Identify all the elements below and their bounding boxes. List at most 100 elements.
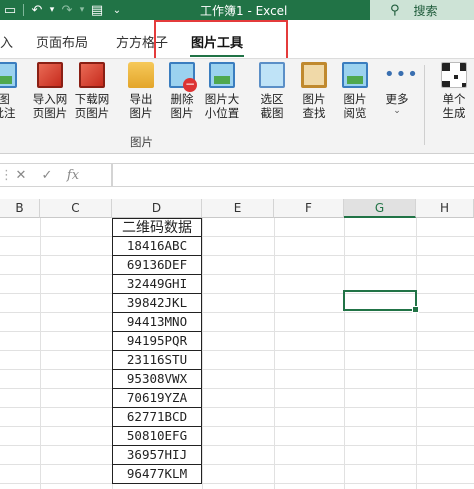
tab-insert[interactable]: 入 bbox=[0, 32, 13, 51]
formula-input[interactable] bbox=[112, 163, 474, 187]
file-icon[interactable]: ▤ bbox=[87, 0, 107, 20]
picture-icon bbox=[0, 62, 17, 88]
folder-icon bbox=[128, 62, 154, 88]
single-generate-button[interactable]: 单个 生成 bbox=[430, 62, 474, 132]
column-d-data-cell[interactable]: 94195PQR bbox=[112, 332, 202, 351]
row-gridline bbox=[0, 331, 474, 332]
resize-picture-icon bbox=[209, 62, 235, 88]
window-title: 工作簿1 - Excel bbox=[200, 4, 288, 18]
column-gridline bbox=[344, 218, 345, 489]
column-d-data-cell[interactable]: 62771BCD bbox=[112, 408, 202, 427]
column-d-data-cell[interactable]: 50810EFG bbox=[112, 427, 202, 446]
column-d-data-cell[interactable]: 69136DEF bbox=[112, 256, 202, 275]
row-gridline bbox=[0, 236, 474, 237]
screenshot-icon bbox=[259, 62, 285, 88]
row-gridline bbox=[0, 274, 474, 275]
column-gridline bbox=[40, 218, 41, 489]
delete-picture-icon bbox=[169, 62, 197, 92]
worksheet-grid[interactable]: B C D E F G H 二维码数据 18416ABC 69136DEF 32449… bbox=[0, 199, 474, 489]
button-label: 图片大 小位置 bbox=[204, 92, 240, 120]
picture-comment-button[interactable]: 图 批注 bbox=[0, 62, 28, 132]
title-bar: ▭ ↶ ▾ ↷ ▾ ▤ ⌄ 工作簿1 - Excel ⚲ 搜索 bbox=[0, 0, 474, 20]
button-label: 删除 图片 bbox=[170, 92, 194, 120]
column-d-data-cell[interactable]: 95308VWX bbox=[112, 370, 202, 389]
row-gridline bbox=[0, 255, 474, 256]
row-gridline bbox=[0, 483, 474, 484]
chevron-down-icon: ⌄ bbox=[393, 106, 401, 116]
button-label: 更多 bbox=[385, 92, 409, 106]
column-header-f[interactable]: F bbox=[274, 199, 344, 218]
picture-preview-button[interactable]: 图片 阅览 bbox=[331, 62, 379, 132]
ribbon: 图 批注 导入网 页图片 下载网 页图片 导出 图片 删除 图片 图片大 小位置… bbox=[0, 58, 474, 154]
download-web-pictures-button[interactable]: 下载网 页图片 bbox=[68, 62, 116, 132]
button-label: 选区 截图 bbox=[260, 92, 284, 120]
chevron-down-icon[interactable]: ▾ bbox=[77, 0, 87, 20]
row-gridline bbox=[0, 407, 474, 408]
row-gridline bbox=[0, 350, 474, 351]
column-header-g[interactable]: G bbox=[344, 199, 416, 218]
search-box[interactable]: ⚲ 搜索 bbox=[370, 0, 474, 20]
save-icon[interactable]: ▭ bbox=[0, 0, 20, 20]
button-label: 下载网 页图片 bbox=[74, 92, 110, 120]
ribbon-divider bbox=[424, 65, 425, 145]
column-header-h[interactable]: H bbox=[416, 199, 474, 218]
fx-icon[interactable]: fx bbox=[60, 168, 86, 183]
column-d-data-cell[interactable]: 32449GHI bbox=[112, 275, 202, 294]
column-d-data-cell[interactable]: 18416ABC bbox=[112, 237, 202, 256]
row-gridline bbox=[0, 369, 474, 370]
row-gridline bbox=[0, 426, 474, 427]
gallery-icon bbox=[342, 62, 368, 88]
row-gridline bbox=[0, 464, 474, 465]
dots-icon: ⋮ bbox=[0, 167, 13, 183]
qr-code-icon bbox=[441, 62, 467, 88]
button-label: 图片 阅览 bbox=[343, 92, 367, 120]
ribbon-tabs: 入 页面布局 方方格子 图片工具 bbox=[0, 20, 474, 58]
column-header-b[interactable]: B bbox=[0, 199, 40, 218]
group-label-pictures: 图片 bbox=[130, 135, 153, 149]
import-picture-icon bbox=[37, 62, 63, 88]
undo-icon[interactable]: ↶ bbox=[27, 0, 47, 20]
column-d-data-cell[interactable]: 94413MNO bbox=[112, 313, 202, 332]
column-gridline bbox=[274, 218, 275, 489]
row-gridline bbox=[0, 388, 474, 389]
search-icon: ⚲ bbox=[390, 2, 400, 18]
column-header-e[interactable]: E bbox=[202, 199, 274, 218]
tab-fangfangezi[interactable]: 方方格子 bbox=[116, 32, 168, 51]
button-label: 图片 查找 bbox=[302, 92, 326, 120]
column-d-data-cell[interactable]: 96477KLM bbox=[112, 465, 202, 484]
cancel-icon[interactable]: ✕ bbox=[8, 168, 34, 183]
row-gridline bbox=[0, 312, 474, 313]
tab-picture-tools[interactable]: 图片工具 bbox=[191, 32, 243, 51]
chevron-down-icon[interactable]: ▾ bbox=[47, 0, 57, 20]
tab-page-layout[interactable]: 页面布局 bbox=[36, 32, 88, 51]
button-label: 图 批注 bbox=[0, 92, 16, 120]
customize-dropdown-icon[interactable]: ⌄ bbox=[107, 0, 127, 20]
formula-bar: ⋮ ✕ ✓ fx bbox=[0, 155, 474, 195]
column-d-data-cell[interactable]: 70619YZA bbox=[112, 389, 202, 408]
active-cell-g6[interactable] bbox=[343, 290, 419, 313]
button-label: 单个 生成 bbox=[442, 92, 466, 120]
column-d-data-cell[interactable]: 23116STU bbox=[112, 351, 202, 370]
column-d-header-cell[interactable]: 二维码数据 bbox=[112, 218, 202, 237]
picture-size-position-button[interactable]: 图片大 小位置 bbox=[198, 62, 246, 132]
column-header-c[interactable]: C bbox=[40, 199, 112, 218]
more-button[interactable]: ••• 更多 ⌄ bbox=[373, 62, 421, 132]
search-label: 搜索 bbox=[413, 3, 438, 18]
column-header-d[interactable]: D bbox=[112, 199, 202, 218]
selection-screenshot-button[interactable]: 选区 截图 bbox=[248, 62, 296, 132]
download-picture-icon bbox=[79, 62, 105, 88]
more-dots-icon: ••• bbox=[384, 64, 419, 85]
column-d-data-cell[interactable]: 36957HIJ bbox=[112, 446, 202, 465]
enter-icon[interactable]: ✓ bbox=[34, 168, 60, 183]
button-label: 导入网 页图片 bbox=[32, 92, 68, 120]
column-d-data-cell[interactable]: 39842JKL bbox=[112, 294, 202, 313]
active-tab-indicator bbox=[190, 55, 244, 57]
column-gridline bbox=[202, 218, 203, 489]
formula-controls: ⋮ ✕ ✓ fx bbox=[0, 163, 112, 187]
picture-frame-icon bbox=[301, 62, 327, 88]
import-web-pictures-button[interactable]: 导入网 页图片 bbox=[26, 62, 74, 132]
row-gridline bbox=[0, 445, 474, 446]
button-label: 导出 图片 bbox=[129, 92, 153, 120]
separator bbox=[23, 4, 24, 16]
redo-icon[interactable]: ↷ bbox=[57, 0, 77, 20]
